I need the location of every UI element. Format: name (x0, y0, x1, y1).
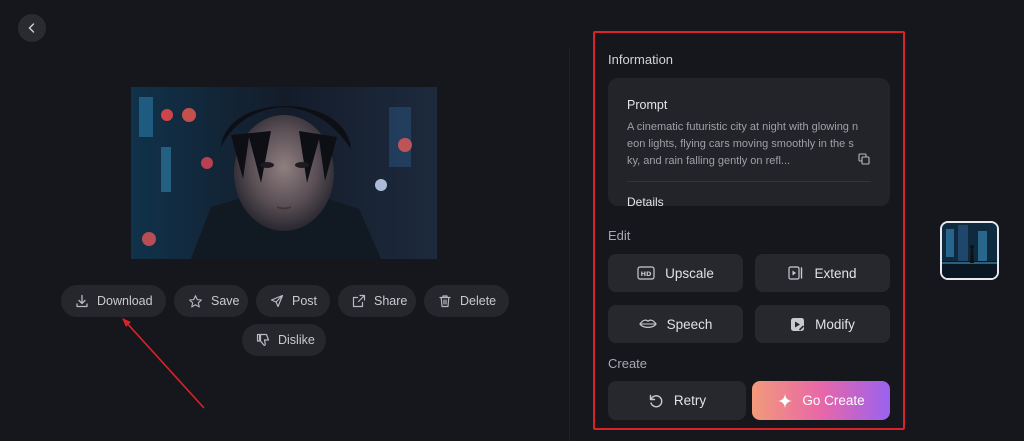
image-actions-row-2: Dislike (242, 324, 326, 356)
chevron-left-icon (28, 23, 35, 33)
modify-button[interactable]: Modify (755, 305, 890, 343)
details-heading[interactable]: Details (627, 195, 664, 206)
prompt-text: A cinematic futuristic city at night wit… (627, 121, 859, 167)
svg-text:HD: HD (641, 270, 652, 278)
thumbs-down-icon (256, 333, 270, 346)
create-heading: Create (608, 356, 648, 371)
go-create-button[interactable]: Go Create (752, 381, 890, 420)
result-thumbnail[interactable] (940, 221, 999, 280)
trash-icon (439, 295, 451, 308)
copy-icon[interactable] (858, 153, 870, 165)
upscale-button[interactable]: HD Upscale (608, 254, 743, 292)
edit-heading: Edit (608, 228, 631, 243)
save-label: Save (211, 294, 240, 308)
modify-label: Modify (815, 316, 855, 332)
share-external-icon (352, 294, 366, 308)
download-icon (76, 294, 88, 308)
prompt-divider (627, 181, 871, 182)
extend-label: Extend (814, 265, 857, 281)
delete-label: Delete (460, 294, 497, 308)
prompt-heading: Prompt (627, 98, 668, 112)
share-button[interactable]: Share (338, 285, 416, 317)
column-divider (569, 48, 570, 441)
generated-image-preview[interactable] (131, 87, 437, 259)
post-label: Post (292, 294, 318, 308)
dislike-button[interactable]: Dislike (242, 324, 326, 356)
go-create-label: Go Create (802, 393, 865, 408)
back-button[interactable] (18, 14, 46, 42)
prompt-card: Prompt A cinematic futuristic city at ni… (608, 78, 890, 206)
send-icon (270, 294, 284, 308)
star-icon (189, 294, 202, 307)
modify-edit-icon (791, 317, 805, 331)
post-button[interactable]: Post (256, 285, 330, 317)
retry-button[interactable]: Retry (608, 381, 746, 420)
speech-label: Speech (666, 316, 713, 332)
delete-button[interactable]: Delete (424, 285, 509, 317)
speech-button[interactable]: Speech (608, 305, 743, 343)
retry-label: Retry (673, 393, 707, 408)
share-label: Share (374, 294, 408, 308)
download-label: Download (97, 294, 153, 308)
dislike-label: Dislike (278, 333, 315, 347)
lips-icon (638, 319, 657, 328)
extend-button[interactable]: Extend (755, 254, 890, 292)
extend-video-icon (788, 266, 803, 280)
hd-icon: HD (637, 266, 655, 280)
retry-icon (649, 394, 663, 407)
annotation-arrow (122, 318, 205, 409)
upscale-label: Upscale (665, 265, 714, 281)
information-heading: Information (608, 52, 674, 67)
sparkle-icon (778, 393, 793, 408)
